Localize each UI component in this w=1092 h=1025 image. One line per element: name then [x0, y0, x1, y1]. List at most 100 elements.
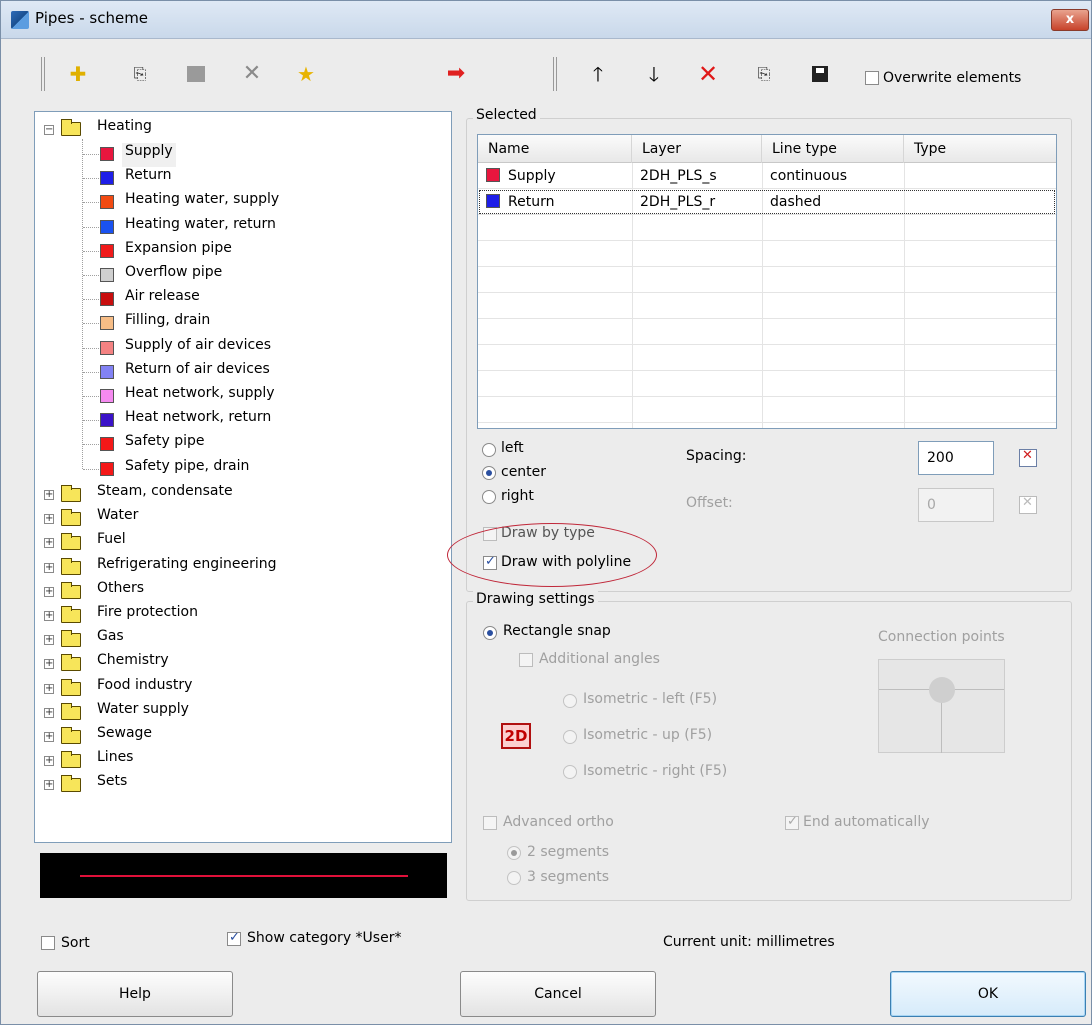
connection-point-handle[interactable]: [929, 677, 955, 703]
tree-category[interactable]: Steam, condensate: [97, 483, 233, 507]
tree-item-pipe[interactable]: Return of air devices: [125, 361, 270, 385]
expand-category-icon[interactable]: +: [44, 611, 54, 621]
isometric-up-label: Isometric - up (F5): [583, 727, 713, 743]
show-category-user-checkbox[interactable]: [227, 930, 241, 946]
tree-item-pipe[interactable]: Heating water, return: [125, 216, 276, 240]
mode-2d-badge[interactable]: 2D: [501, 723, 531, 749]
tree-item-pipe[interactable]: Safety pipe: [125, 433, 205, 457]
three-segments-radio[interactable]: [507, 871, 521, 885]
expand-category-icon[interactable]: +: [44, 683, 54, 694]
table-row[interactable]: [478, 215, 1056, 241]
tree-category[interactable]: Fire protection: [97, 604, 198, 628]
sort-checkbox[interactable]: [41, 936, 55, 950]
favorite-star-icon[interactable]: ★: [293, 61, 319, 87]
add-icon[interactable]: ✚: [65, 61, 91, 87]
tree-item-pipe[interactable]: Supply of air devices: [125, 337, 271, 361]
align-center-radio[interactable]: [482, 466, 496, 480]
tree-item-pipe[interactable]: Heat network, return: [125, 409, 271, 433]
collapse-heating-icon[interactable]: −: [44, 125, 54, 135]
tree-category[interactable]: Water supply: [97, 701, 189, 725]
overwrite-elements-checkbox[interactable]: [865, 71, 879, 85]
pipe-color-swatch: [100, 437, 114, 452]
tree-category[interactable]: Sewage: [97, 725, 152, 749]
expand-category-icon[interactable]: +: [44, 635, 54, 646]
ok-button[interactable]: OK: [890, 971, 1086, 1017]
pick-spacing-icon[interactable]: [1019, 448, 1037, 467]
tree-category[interactable]: Water: [97, 507, 138, 531]
table-row[interactable]: Supply 2DH_PLS_s continuous: [478, 163, 1056, 189]
tree-item-pipe[interactable]: Heating water, supply: [125, 191, 279, 215]
tree-item-pipe[interactable]: Safety pipe, drain: [125, 458, 249, 482]
spacing-input[interactable]: 200: [918, 441, 994, 475]
align-left-radio[interactable]: [482, 443, 496, 457]
save-icon[interactable]: [807, 61, 833, 87]
table-row[interactable]: [478, 241, 1056, 267]
table-row[interactable]: [478, 345, 1056, 371]
properties-icon[interactable]: [183, 61, 209, 87]
expand-category-icon[interactable]: +: [44, 538, 54, 549]
expand-category-icon[interactable]: +: [44, 514, 54, 525]
end-automatically-checkbox[interactable]: [785, 814, 799, 830]
tree-item-pipe[interactable]: Filling, drain: [125, 312, 210, 336]
table-row[interactable]: [478, 397, 1056, 423]
table-row[interactable]: [478, 371, 1056, 397]
expand-category-icon[interactable]: +: [44, 490, 54, 500]
align-right-label: right: [501, 488, 534, 504]
tree-category[interactable]: Chemistry: [97, 652, 169, 676]
tree-category[interactable]: Others: [97, 580, 144, 604]
tree-item-pipe[interactable]: Air release: [125, 288, 200, 312]
align-right-radio[interactable]: [482, 490, 496, 504]
advanced-ortho-checkbox[interactable]: [483, 816, 497, 830]
remove-icon[interactable]: ✕: [695, 61, 721, 87]
tree-category[interactable]: Lines: [97, 749, 133, 773]
close-button[interactable]: x: [1051, 9, 1089, 31]
move-down-icon[interactable]: 🡓: [641, 61, 667, 87]
tree-category[interactable]: Food industry: [97, 677, 192, 701]
tree-item-pipe[interactable]: Overflow pipe: [125, 264, 222, 288]
cancel-button[interactable]: Cancel: [460, 971, 656, 1017]
tree-category[interactable]: Sets: [97, 773, 127, 797]
tree-item-pipe[interactable]: Heat network, supply: [125, 385, 275, 409]
tree-category[interactable]: Fuel: [97, 531, 126, 555]
tree-item-pipe[interactable]: Return: [125, 167, 171, 191]
isometric-up-radio[interactable]: [563, 730, 577, 744]
table-row[interactable]: [478, 319, 1056, 345]
help-button[interactable]: Help: [37, 971, 233, 1017]
expand-category-icon[interactable]: +: [44, 756, 54, 767]
additional-angles-checkbox[interactable]: [519, 653, 533, 667]
pipe-category-tree[interactable]: − Heating Supply Return Heating water, sup…: [34, 111, 452, 843]
column-type[interactable]: Type: [904, 135, 1056, 163]
tree-category-heating[interactable]: Heating: [97, 118, 152, 142]
move-up-icon[interactable]: 🡑: [585, 61, 611, 87]
tree-category[interactable]: Refrigerating engineering: [97, 556, 276, 580]
table-row[interactable]: [478, 267, 1056, 293]
expand-category-icon[interactable]: +: [44, 659, 54, 670]
column-name[interactable]: Name: [478, 135, 632, 163]
isometric-left-radio[interactable]: [563, 694, 577, 708]
isometric-right-radio[interactable]: [563, 765, 577, 779]
delete-disabled-icon[interactable]: ✕: [239, 61, 265, 87]
expand-category-icon[interactable]: +: [44, 586, 54, 597]
table-row[interactable]: [478, 293, 1056, 319]
pick-offset-icon[interactable]: [1019, 495, 1037, 514]
folder-icon: [61, 606, 81, 623]
offset-input[interactable]: 0: [918, 488, 994, 522]
column-layer[interactable]: Layer: [632, 135, 762, 163]
tree-item-pipe[interactable]: Supply: [122, 143, 176, 167]
column-line-type[interactable]: Line type: [762, 135, 904, 163]
align-center-label: center: [501, 464, 547, 480]
selected-pipes-table[interactable]: Name Layer Line type Type Supply 2DH_PLS_…: [477, 134, 1057, 429]
connection-points-box[interactable]: [878, 659, 1005, 753]
expand-category-icon[interactable]: +: [44, 562, 54, 573]
move-to-selected-arrow-icon[interactable]: ➡: [443, 61, 469, 87]
expand-category-icon[interactable]: +: [44, 707, 54, 718]
tree-item-pipe[interactable]: Expansion pipe: [125, 240, 232, 264]
tree-category[interactable]: Gas: [97, 628, 124, 652]
table-row[interactable]: Return 2DH_PLS_r dashed: [478, 189, 1056, 215]
expand-category-icon[interactable]: +: [44, 732, 54, 742]
rectangle-snap-radio[interactable]: [483, 626, 497, 640]
copy-selected-icon[interactable]: ⎘: [751, 61, 777, 87]
expand-category-icon[interactable]: +: [44, 780, 54, 791]
two-segments-radio[interactable]: [507, 846, 521, 860]
copy-icon[interactable]: ⎘: [127, 61, 153, 87]
